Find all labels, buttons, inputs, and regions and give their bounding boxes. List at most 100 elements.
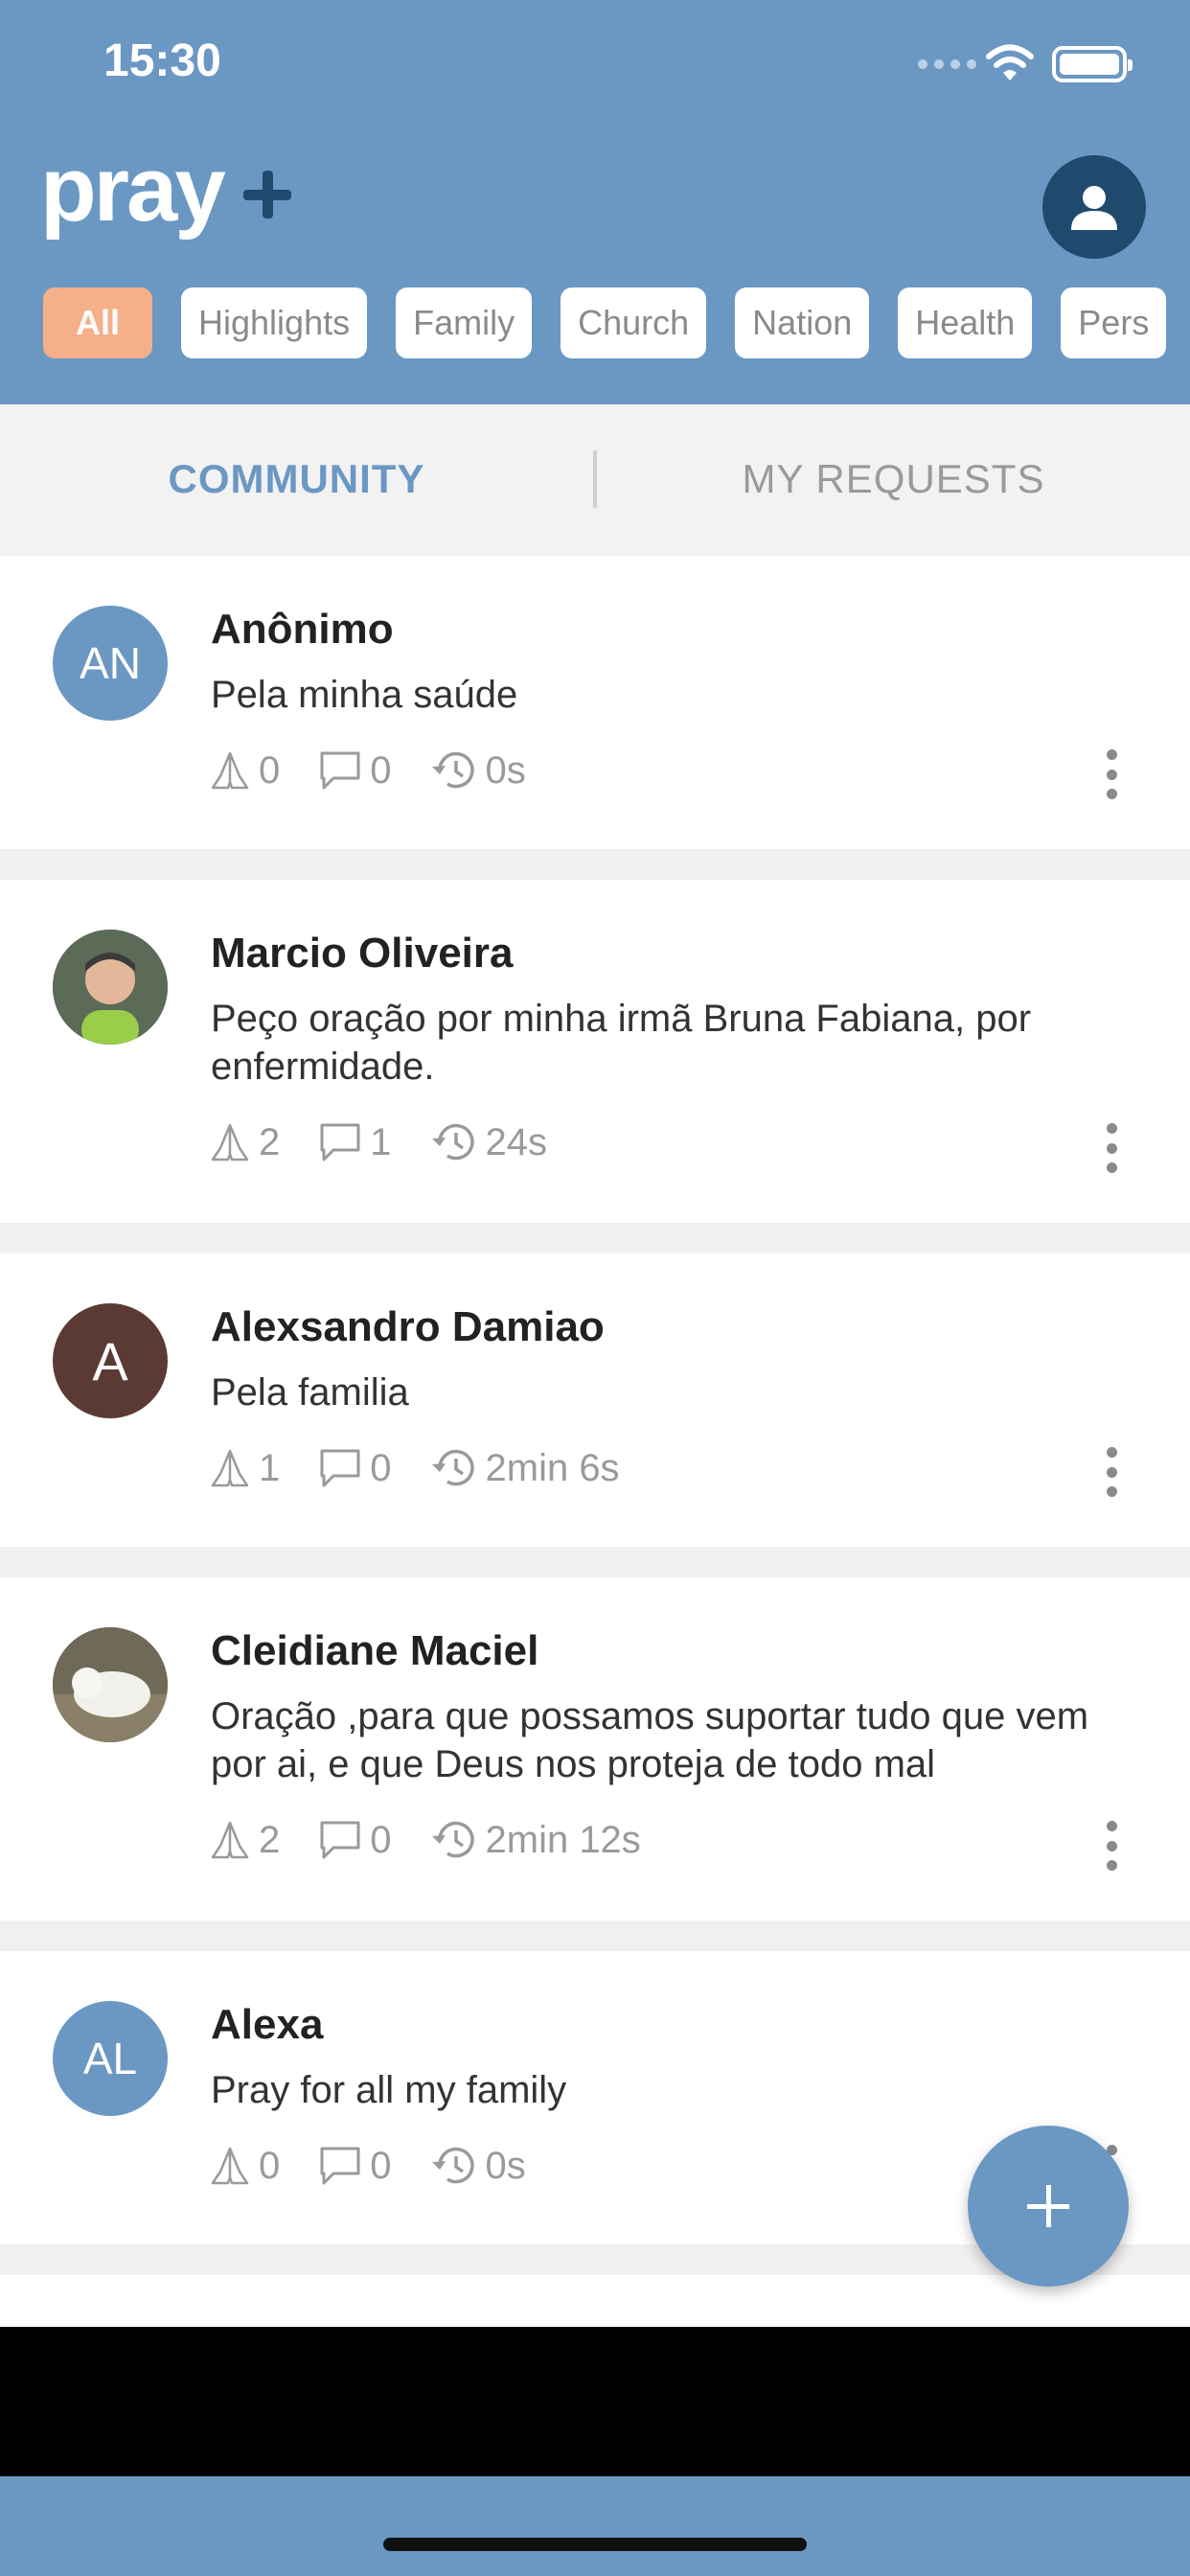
comment-count-button[interactable]: 1 (318, 1120, 392, 1164)
plus-icon (1027, 2185, 1069, 2227)
comment-count-button[interactable]: 0 (318, 1818, 392, 1862)
pray-count: 2 (259, 1120, 281, 1163)
battery-icon (1052, 46, 1133, 82)
time-ago: 0s (485, 2144, 526, 2187)
history-icon (431, 751, 474, 789)
history-icon (431, 1123, 474, 1161)
post-author: Marcio Oliveira (211, 930, 514, 977)
comment-count: 0 (370, 2144, 392, 2187)
app-logo: pray (40, 138, 226, 241)
header: 15:30 pray All Highlights Family Church … (0, 0, 1190, 404)
post-card[interactable]: AN Anônimo Pela minha saúde 0 0 0s (0, 556, 1190, 849)
pray-count-button[interactable]: 1 (209, 1447, 280, 1490)
bottom-bar (0, 2476, 1190, 2576)
praying-hands-icon (211, 751, 249, 790)
post-meta: 0 0 0s (209, 748, 564, 794)
pray-count-button[interactable]: 2 (209, 1121, 280, 1164)
avatar: AL (53, 2001, 168, 2116)
post-text: Oração ,para que possamos suportar tudo … (211, 1695, 1089, 1785)
post-card[interactable]: A Alexsandro Damiao Pela familia 1 0 2mi… (0, 1254, 1190, 1547)
post-author: Alexa (211, 2001, 324, 2048)
post-text: Pray for all my family (211, 2069, 567, 2111)
history-icon (431, 2147, 474, 2184)
post-meta: 2 1 24s (209, 1119, 585, 1165)
post-author: Cleidiane Maciel (211, 1627, 539, 1674)
post-meta: 1 0 2min 6s (209, 1445, 658, 1491)
post-card[interactable]: Cleidiane Maciel Oração ,para que possam… (0, 1577, 1190, 1920)
elapsed-time: 24s (430, 1119, 548, 1165)
comment-icon (320, 1821, 360, 1859)
comment-count: 0 (370, 1446, 392, 1489)
elapsed-time: 2min 6s (430, 1445, 620, 1491)
user-icon (1071, 186, 1117, 230)
app-screen: 15:30 pray All Highlights Family Church … (0, 0, 1190, 2576)
more-options-icon[interactable] (1100, 1447, 1123, 1497)
avatar: A (53, 1303, 168, 1418)
pray-count-button[interactable]: 2 (209, 1819, 280, 1862)
time-ago: 0s (485, 748, 526, 792)
praying-hands-icon (211, 1821, 249, 1859)
pray-count: 0 (259, 2144, 281, 2187)
post-text: Pela minha saúde (211, 674, 518, 716)
profile-photo (53, 1627, 168, 1742)
post-author: Alexsandro Damiao (211, 1303, 605, 1350)
comment-icon (320, 751, 360, 790)
comment-count: 0 (370, 748, 392, 792)
post-text: Pela familia (211, 1371, 409, 1414)
chip-all[interactable]: All (43, 288, 153, 358)
praying-hands-icon (211, 1123, 249, 1162)
logo-plus-icon (243, 171, 291, 218)
avatar (53, 930, 168, 1045)
comment-icon (320, 2147, 360, 2185)
chip-family[interactable]: Family (396, 288, 533, 358)
wifi-icon (986, 44, 1034, 80)
home-indicator[interactable] (383, 2538, 807, 2551)
post-meta: 2 0 2min 12s (209, 1817, 679, 1863)
black-bar (0, 2327, 1190, 2476)
profile-photo (53, 930, 168, 1045)
more-options-icon[interactable] (1100, 1821, 1123, 1871)
more-options-icon[interactable] (1100, 1123, 1123, 1173)
more-options-icon[interactable] (1100, 749, 1123, 799)
chip-nation[interactable]: Nation (735, 288, 870, 358)
add-request-button[interactable] (968, 2126, 1129, 2287)
tab-community[interactable]: COMMUNITY (0, 456, 593, 502)
tab-bar: COMMUNITY MY REQUESTS (0, 404, 1190, 554)
history-icon (431, 1821, 474, 1858)
elapsed-time: 0s (430, 748, 526, 794)
pray-count: 0 (259, 748, 281, 792)
pray-count-button[interactable]: 0 (209, 749, 280, 793)
cellular-signal-icon (918, 59, 976, 69)
praying-hands-icon (211, 1449, 249, 1487)
elapsed-time: 0s (430, 2143, 526, 2189)
chip-highlights[interactable]: Highlights (181, 288, 368, 358)
comment-count-button[interactable]: 0 (318, 2144, 392, 2188)
comment-count: 1 (370, 1120, 392, 1163)
profile-button[interactable] (1042, 155, 1146, 259)
time-ago: 24s (485, 1120, 548, 1163)
comment-count-button[interactable]: 0 (318, 1446, 392, 1490)
chip-health[interactable]: Health (898, 288, 1033, 358)
tab-my-requests[interactable]: MY REQUESTS (597, 456, 1190, 502)
pray-count: 1 (259, 1446, 281, 1489)
comment-count-button[interactable]: 0 (318, 748, 392, 793)
pray-count: 2 (259, 1818, 281, 1861)
comment-count: 0 (370, 1818, 392, 1861)
comment-icon (320, 1449, 360, 1487)
post-author: Anônimo (211, 606, 394, 653)
history-icon (431, 1449, 474, 1486)
avatar: AN (53, 606, 168, 721)
post-text: Peço oração por minha irmã Bruna Fabiana… (211, 998, 1032, 1088)
avatar (53, 1627, 168, 1742)
chip-personal[interactable]: Pers (1061, 288, 1167, 358)
chip-church[interactable]: Church (561, 288, 707, 358)
time-ago: 2min 12s (485, 1818, 641, 1861)
praying-hands-icon (211, 2147, 249, 2185)
status-time: 15:30 (103, 35, 221, 86)
pray-count-button[interactable]: 0 (209, 2145, 280, 2188)
comment-icon (320, 1123, 360, 1162)
post-card-partial (0, 2275, 1190, 2327)
time-ago: 2min 6s (485, 1446, 620, 1489)
category-filter-bar: All Highlights Family Church Nation Heal… (43, 288, 1190, 358)
post-card[interactable]: Marcio Oliveira Peço oração por minha ir… (0, 880, 1190, 1223)
